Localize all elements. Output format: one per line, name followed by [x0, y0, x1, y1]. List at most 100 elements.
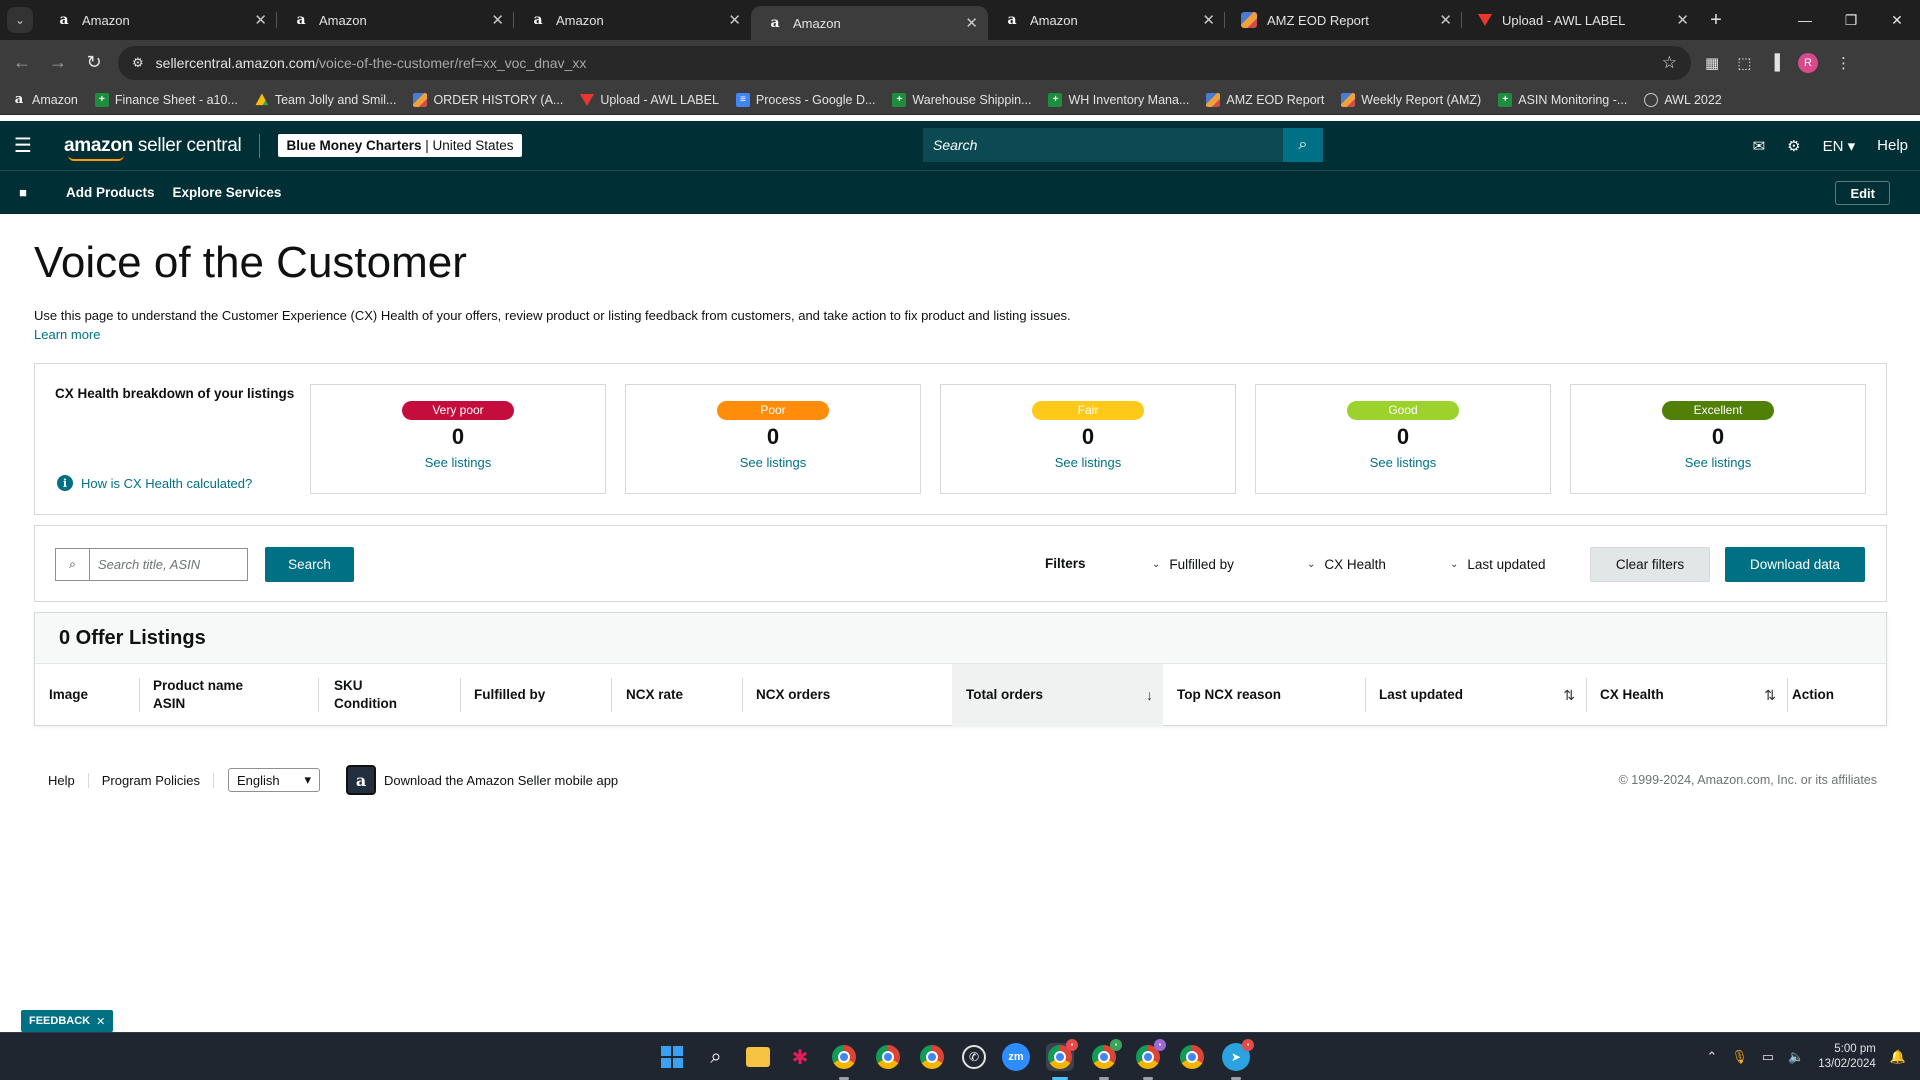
amazon-app-icon[interactable]: a — [346, 765, 377, 795]
see-listings-link[interactable]: See listings — [311, 455, 605, 470]
windows-start-icon[interactable] — [658, 1043, 686, 1071]
clock[interactable]: 5:00 pm 13/02/2024 — [1818, 1042, 1876, 1072]
close-icon[interactable]: ✕ — [1202, 11, 1215, 29]
bookmark-item[interactable]: + Finance Sheet - a10... — [94, 92, 238, 107]
chrome-icon[interactable] — [874, 1043, 902, 1071]
chrome-icon[interactable]: • — [1046, 1039, 1078, 1080]
chevron-up-icon[interactable]: ⌃ — [1706, 1049, 1717, 1065]
close-icon[interactable]: ✕ — [1676, 11, 1689, 29]
side-panel-icon[interactable]: ▐ — [1769, 54, 1780, 71]
profile-avatar[interactable]: R — [1798, 52, 1819, 73]
header-search-input[interactable]: Search — [923, 128, 1283, 162]
cx-health-dropdown[interactable]: ⌄ CX Health — [1307, 557, 1386, 572]
seller-central-logo[interactable]: amazon seller central — [64, 135, 242, 161]
chrome-icon[interactable] — [918, 1043, 946, 1071]
minimize-icon[interactable]: — — [1782, 0, 1828, 40]
edit-button[interactable]: Edit — [1835, 181, 1890, 205]
listing-search-input[interactable]: ⌕ Search title, ASIN — [55, 548, 248, 581]
search-icon[interactable]: ⌕ — [702, 1043, 730, 1071]
chrome-icon[interactable]: • — [1134, 1039, 1166, 1080]
feedback-button[interactable]: FEEDBACK ✕ — [21, 1010, 114, 1032]
learn-more-link[interactable]: Learn more — [34, 327, 100, 342]
chrome-icon[interactable]: • — [1090, 1039, 1122, 1080]
sort-descending-icon[interactable]: ↓ — [1146, 686, 1153, 704]
chrome-icon[interactable] — [830, 1043, 858, 1080]
mail-icon[interactable]: ✉ — [1753, 137, 1766, 155]
bookmark-star-icon[interactable]: ☆ — [1662, 53, 1677, 73]
close-icon[interactable]: ✕ — [728, 11, 741, 29]
qr-code-icon[interactable]: ▦ — [1705, 54, 1719, 72]
telegram-icon[interactable]: ➤ • — [1222, 1039, 1254, 1080]
download-data-button[interactable]: Download data — [1725, 547, 1865, 582]
bookmark-item[interactable]: + Warehouse Shippin... — [892, 92, 1031, 107]
bookmark-item[interactable]: Upload - AWL LABEL — [580, 93, 719, 107]
explore-services-link[interactable]: Explore Services — [173, 185, 282, 200]
file-explorer-icon[interactable] — [746, 1047, 770, 1067]
footer-help-link[interactable]: Help — [34, 772, 89, 788]
forward-icon[interactable]: → — [40, 52, 76, 73]
tab-search-button[interactable]: ⌄ — [0, 0, 40, 40]
bookmark-item[interactable]: ≡ Process - Google D... — [735, 92, 875, 107]
search-button[interactable]: Search — [265, 547, 354, 582]
site-info-icon[interactable]: ⚙ — [132, 55, 144, 71]
bookmark-item[interactable]: a Amazon — [12, 92, 78, 107]
browser-tab[interactable]: . Upload - AWL LABEL ✕ — [1462, 0, 1699, 40]
browser-tab-active[interactable]: a Amazon ✕ — [751, 6, 988, 40]
zoom-icon[interactable]: zm — [1002, 1043, 1030, 1071]
see-listings-link[interactable]: See listings — [1256, 455, 1550, 470]
account-switcher[interactable]: Blue Money Charters | United States — [278, 134, 522, 157]
browser-tab[interactable]: a Amazon ✕ — [277, 0, 514, 40]
chrome-icon[interactable] — [1178, 1043, 1206, 1071]
close-window-icon[interactable]: ✕ — [1874, 0, 1920, 40]
sort-icon[interactable]: ⇅ — [1764, 686, 1776, 704]
column-ncx-orders[interactable]: NCX orders⇅ — [756, 664, 978, 726]
bookmark-item[interactable]: + ASIN Monitoring -... — [1498, 92, 1627, 107]
new-tab-button[interactable]: + — [1699, 9, 1733, 32]
browser-tab[interactable]: a Amazon ✕ — [514, 0, 751, 40]
hamburger-menu-icon[interactable]: ☰ — [0, 133, 46, 158]
close-icon[interactable]: ✕ — [1439, 11, 1452, 29]
microphone-icon[interactable]: 🎙 — [1731, 1049, 1748, 1065]
program-policies-link[interactable]: Program Policies — [89, 772, 215, 788]
network-icon[interactable]: ▭ — [1762, 1049, 1774, 1065]
help-link[interactable]: Help — [1877, 137, 1908, 154]
bookmark-item[interactable]: + WH Inventory Mana... — [1048, 92, 1189, 107]
footer-language-select[interactable]: English ▾ — [228, 768, 321, 792]
language-selector[interactable]: EN ▾ — [1823, 137, 1856, 155]
bookmark-item[interactable]: AWL 2022 — [1644, 92, 1722, 107]
gear-icon[interactable]: ⚙ — [1787, 137, 1800, 155]
column-total-orders[interactable]: Total orders ↓ — [952, 664, 1163, 726]
download-app-link[interactable]: Download the Amazon Seller mobile app — [384, 773, 618, 788]
cx-health-info-link[interactable]: i How is CX Health calculated? — [57, 475, 252, 491]
bookmark-icon[interactable]: ■ — [0, 185, 46, 200]
sort-icon[interactable]: ⇅ — [1563, 686, 1575, 704]
last-updated-dropdown[interactable]: ⌄ Last updated — [1450, 557, 1545, 572]
slack-icon[interactable]: ✱ — [786, 1043, 814, 1071]
close-icon[interactable]: ✕ — [254, 11, 267, 29]
close-icon[interactable]: ✕ — [965, 14, 978, 32]
browser-tab[interactable]: a Amazon ✕ — [988, 0, 1225, 40]
close-icon[interactable]: ✕ — [96, 1015, 105, 1028]
bookmark-item[interactable]: Team Jolly and Smil... — [255, 93, 396, 107]
bookmark-item[interactable]: Weekly Report (AMZ) — [1341, 92, 1481, 107]
browser-tab[interactable]: . AMZ EOD Report ✕ — [1225, 0, 1462, 40]
bookmark-item[interactable]: ORDER HISTORY (A... — [413, 92, 563, 107]
close-icon[interactable]: ✕ — [491, 11, 504, 29]
fulfilled-by-dropdown[interactable]: ⌄ Fulfilled by — [1152, 557, 1234, 572]
restore-icon[interactable]: ❐ — [1828, 0, 1874, 40]
see-listings-link[interactable]: See listings — [1571, 455, 1865, 470]
clear-filters-button[interactable]: Clear filters — [1590, 547, 1710, 582]
reload-icon[interactable]: ↻ — [76, 52, 112, 73]
notifications-icon[interactable]: 🔔 — [1890, 1049, 1906, 1065]
address-bar[interactable]: ⚙ sellercentral.amazon.com/voice-of-the-… — [118, 45, 1691, 80]
column-cx-health[interactable]: CX Health ⇅ — [1600, 664, 1786, 726]
add-products-link[interactable]: Add Products — [66, 185, 155, 200]
volume-icon[interactable]: 🔈 — [1788, 1049, 1804, 1065]
see-listings-link[interactable]: See listings — [941, 455, 1235, 470]
search-icon[interactable]: ⌕ — [1283, 128, 1323, 162]
browser-tab[interactable]: a Amazon ✕ — [40, 0, 277, 40]
see-listings-link[interactable]: See listings — [626, 455, 920, 470]
bookmark-item[interactable]: AMZ EOD Report — [1206, 92, 1324, 107]
column-last-updated[interactable]: Last updated ⇅ — [1379, 664, 1585, 726]
menu-dots-icon[interactable]: ⋮ — [1836, 54, 1851, 72]
